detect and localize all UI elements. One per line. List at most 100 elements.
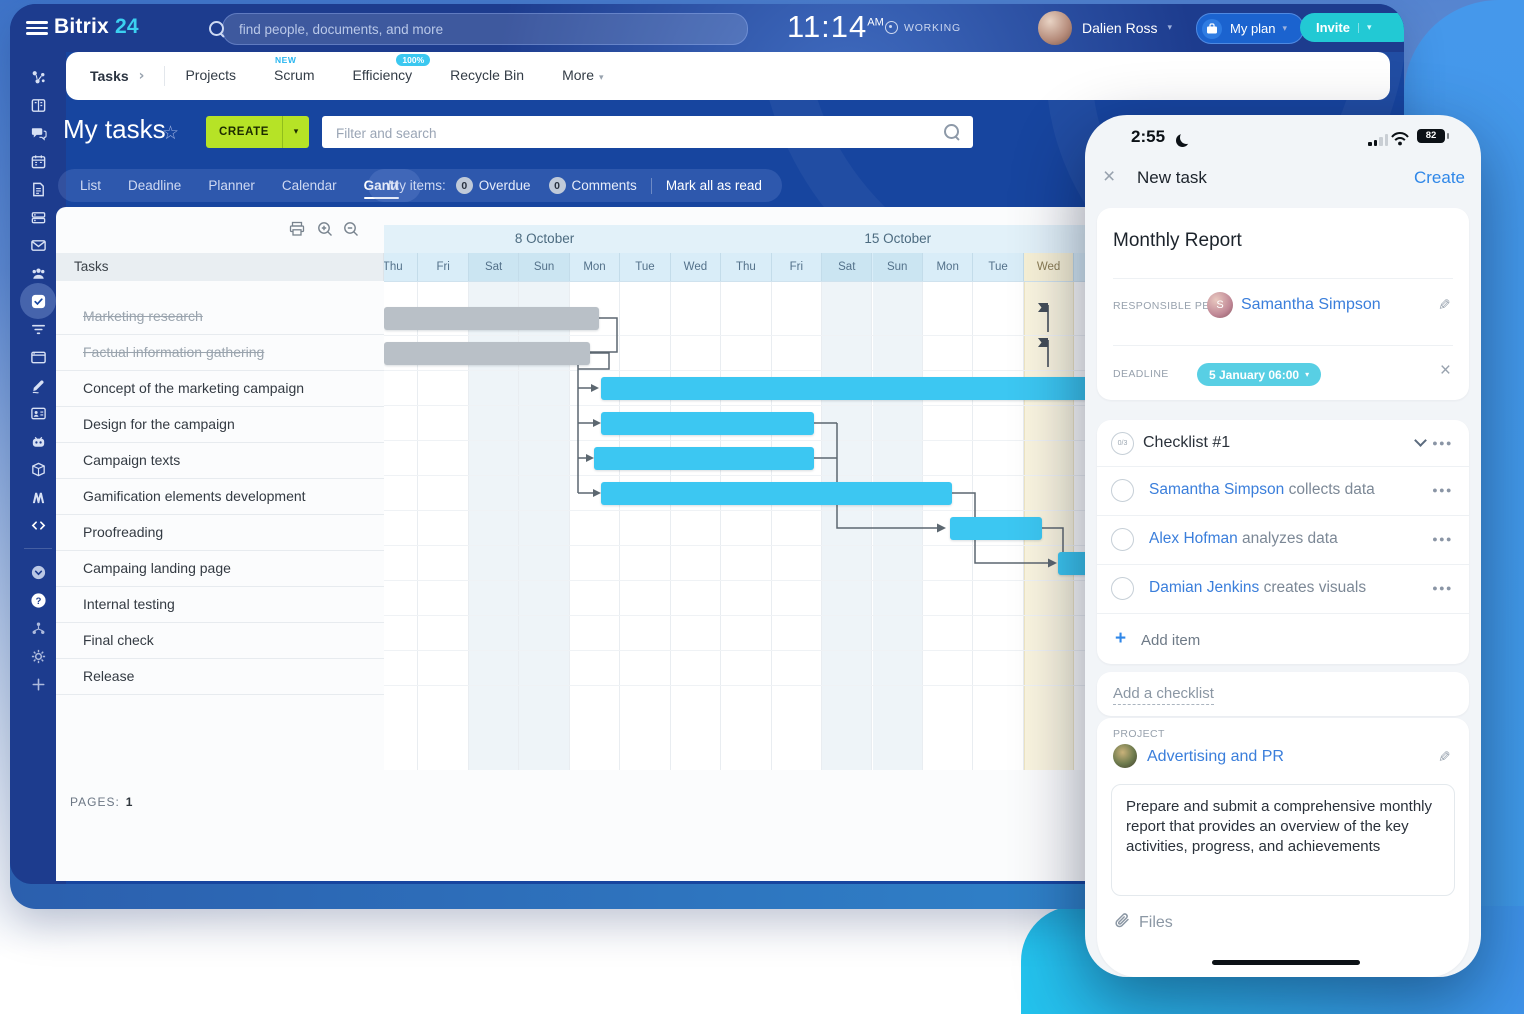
sidebar-item-drive-icon[interactable] <box>21 204 55 230</box>
sidebar-collapse-icon[interactable] <box>21 559 55 585</box>
nav-item-efficiency[interactable]: Efficiency100% <box>352 51 412 102</box>
project-name[interactable]: Advertising and PR <box>1147 748 1284 766</box>
nav-root-tasks[interactable]: Tasks› <box>90 68 144 84</box>
sidebar-item-code-icon[interactable] <box>21 512 55 538</box>
user-menu[interactable]: Dalien Ross ▾ <box>1038 11 1172 45</box>
menu-hamburger-icon[interactable] <box>26 21 48 35</box>
sidebar-item-sites-icon[interactable] <box>21 344 55 370</box>
nav-item-recycle-bin[interactable]: Recycle Bin <box>450 51 524 102</box>
bitrix24-logo[interactable]: Bitrix 24 <box>54 15 139 39</box>
task-card: Monthly Report RESPONSIBLE PER... S Sama… <box>1097 208 1469 400</box>
sidebar-item-calendar-icon[interactable] <box>21 148 55 174</box>
sidebar-item-contacts-icon[interactable] <box>21 400 55 426</box>
work-status[interactable]: WORKING <box>885 21 961 34</box>
my-plan-button[interactable]: My plan ▾ <box>1196 13 1304 44</box>
deadline-pill[interactable]: 5 January 06:00▾ <box>1197 363 1321 386</box>
responsible-avatar[interactable]: S <box>1207 292 1233 318</box>
sidebar-item-kanban-icon[interactable] <box>21 92 55 118</box>
checklist-item-circle[interactable] <box>1111 528 1134 551</box>
zoom-out-icon[interactable] <box>342 220 360 243</box>
favorite-star-icon[interactable]: ☆ <box>162 122 179 144</box>
nav-item-projects[interactable]: Projects <box>185 51 236 102</box>
close-icon[interactable]: × <box>1103 165 1115 189</box>
zoom-in-icon[interactable] <box>316 220 334 243</box>
sidebar-item-network-icon[interactable] <box>21 64 55 90</box>
sidebar-item-tasks-icon[interactable] <box>21 288 55 314</box>
invite-button[interactable]: Invite ▾ <box>1300 13 1404 42</box>
task-row[interactable]: Proofreading <box>56 515 384 551</box>
sidebar-item-document-icon[interactable] <box>21 176 55 202</box>
deadline-label: DEADLINE <box>1113 368 1169 380</box>
checklist-menu-icon[interactable]: ●●● <box>1432 438 1453 448</box>
counter-overdue[interactable]: 0Overdue <box>456 177 531 194</box>
task-row[interactable]: Internal testing <box>56 587 384 623</box>
checklist-item[interactable]: Alex Hofman analyzes data●●● <box>1097 515 1469 565</box>
sidebar-structure-icon[interactable] <box>21 615 55 641</box>
task-row[interactable]: Gamification elements development <box>56 479 384 515</box>
day-header-cell: Fri <box>772 253 822 281</box>
print-icon[interactable] <box>288 220 306 243</box>
checklist-item-menu-icon[interactable]: ●●● <box>1432 583 1453 593</box>
add-checklist-button[interactable]: Add a checklist <box>1113 685 1214 705</box>
tab-calendar[interactable]: Calendar <box>282 169 337 202</box>
wifi-icon <box>1390 132 1410 146</box>
filter-search-icon[interactable] <box>944 124 959 139</box>
battery-icon: 82 <box>1417 129 1445 143</box>
phone-status-bar: 2:55 82 <box>1085 115 1481 159</box>
task-title[interactable]: Monthly Report <box>1113 230 1242 252</box>
checklist-item[interactable]: Damian Jenkins creates visuals●●● <box>1097 564 1469 614</box>
task-row[interactable]: Design for the campaign <box>56 407 384 443</box>
sidebar-item-bot-icon[interactable] <box>21 428 55 454</box>
nav-item-more[interactable]: More▾ <box>562 51 603 102</box>
mark-all-read-button[interactable]: Mark all as read <box>666 178 762 193</box>
page: { "colors":{"accent_cyan":"#3cc7f2","don… <box>0 0 1524 1014</box>
add-item-button[interactable]: Add item <box>1141 632 1200 649</box>
global-search-input[interactable] <box>237 16 711 42</box>
responsible-name[interactable]: Samantha Simpson <box>1241 296 1381 314</box>
task-row[interactable]: Release <box>56 659 384 695</box>
user-avatar[interactable] <box>1038 11 1072 45</box>
add-item-plus-icon[interactable]: + <box>1115 628 1126 650</box>
checklist-item-menu-icon[interactable]: ●●● <box>1432 534 1453 544</box>
collapse-chevron-icon[interactable] <box>1414 434 1427 447</box>
sidebar-item-chat-icon[interactable] <box>21 120 55 146</box>
counter-comments[interactable]: 0Comments <box>549 177 637 194</box>
edit-project-icon[interactable]: ✎ <box>1438 748 1451 766</box>
checklist-item-menu-icon[interactable]: ●●● <box>1432 485 1453 495</box>
task-row[interactable]: Final check <box>56 623 384 659</box>
checklist-item-circle[interactable] <box>1111 479 1134 502</box>
task-row[interactable]: Campaign texts <box>56 443 384 479</box>
sidebar-add-icon[interactable] <box>21 671 55 697</box>
sidebar-item-sign-icon[interactable] <box>21 372 55 398</box>
create-task-button[interactable]: CREATE <box>206 116 282 148</box>
sidebar-item-marketing-icon[interactable] <box>21 484 55 510</box>
files-button[interactable]: Files <box>1139 914 1173 932</box>
phone-create-button[interactable]: Create <box>1414 168 1465 188</box>
filter-search-input[interactable] <box>334 120 928 146</box>
my-items-bar: My items: 0Overdue0Comments Mark all as … <box>368 169 782 202</box>
edit-pencil-icon[interactable]: ✎ <box>1438 296 1451 314</box>
create-dropdown-button[interactable]: ▾ <box>282 116 309 148</box>
tab-planner[interactable]: Planner <box>208 169 255 202</box>
sidebar-help-icon[interactable]: ? <box>21 587 55 613</box>
clock[interactable]: 11:14AM <box>787 9 884 45</box>
checklist-title[interactable]: Checklist #1 <box>1143 434 1230 452</box>
task-row[interactable]: Marketing research <box>56 299 384 335</box>
sidebar-settings-icon[interactable] <box>21 643 55 669</box>
task-row[interactable]: Concept of the marketing campaign <box>56 371 384 407</box>
sidebar-item-crm-icon[interactable] <box>21 316 55 342</box>
task-row[interactable]: Campaing landing page <box>56 551 384 587</box>
task-row[interactable]: Factual information gathering <box>56 335 384 371</box>
tab-deadline[interactable]: Deadline <box>128 169 181 202</box>
sidebar-item-mail-icon[interactable] <box>21 232 55 258</box>
home-indicator[interactable] <box>1212 960 1360 965</box>
tab-list[interactable]: List <box>80 169 101 202</box>
checklist-item[interactable]: Samantha Simpson collects data●●● <box>1097 466 1469 516</box>
search-icon[interactable] <box>209 21 224 36</box>
clear-deadline-icon[interactable]: × <box>1440 360 1451 382</box>
description-field[interactable]: Prepare and submit a comprehensive month… <box>1111 784 1455 896</box>
sidebar-item-warehouse-icon[interactable] <box>21 456 55 482</box>
project-avatar[interactable] <box>1113 744 1137 768</box>
checklist-item-circle[interactable] <box>1111 577 1134 600</box>
nav-item-scrum[interactable]: ScrumNEW <box>274 51 314 102</box>
